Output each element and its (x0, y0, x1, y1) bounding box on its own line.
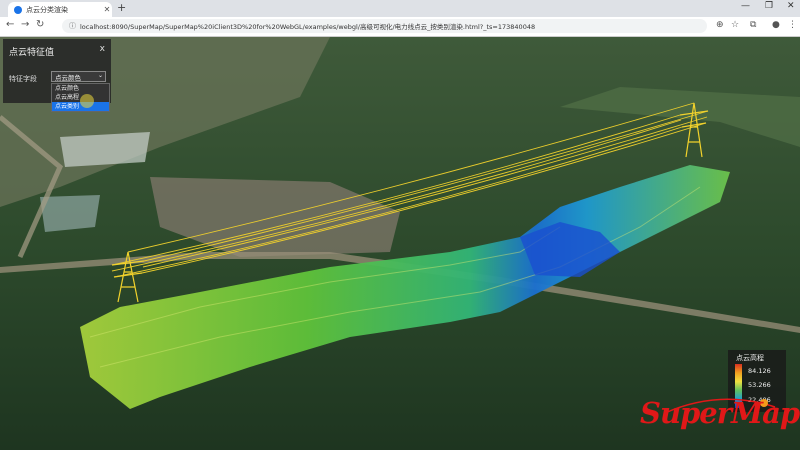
extensions-icon[interactable]: ⧉ (750, 20, 756, 30)
info-icon[interactable]: ⓘ (69, 21, 76, 31)
tab-title: 点云分类渲染 (26, 5, 68, 14)
url-text[interactable]: localhost:8090/SuperMap/SuperMap%20iClie… (80, 21, 535, 31)
back-icon[interactable]: ← (6, 19, 14, 30)
maximize-icon[interactable]: ❐ (765, 1, 773, 11)
select-value: 点云颜色 (55, 73, 81, 82)
window-close-icon[interactable]: ✕ (787, 1, 795, 11)
profile-icon[interactable]: ● (772, 20, 780, 30)
legend-max: 84.126 (748, 367, 771, 375)
option-point-color[interactable]: 点云颜色 (52, 84, 109, 93)
address-bar-row: ← → ↻ ⓘ localhost:8090/SuperMap/SuperMap… (0, 17, 800, 37)
legend-mid: 53.266 (748, 381, 771, 389)
scene-canvas[interactable] (0, 37, 800, 450)
feature-field-select[interactable]: 点云颜色 ⌄ (51, 71, 106, 82)
field-label: 特征字段 (9, 75, 37, 83)
supermap-logo: SuperMap (640, 396, 800, 430)
forward-icon[interactable]: → (21, 19, 29, 30)
globe-icon (14, 5, 22, 14)
minimize-icon[interactable]: — (741, 1, 750, 11)
panel-title: 点云特征值 (9, 48, 55, 58)
map-viewport[interactable] (0, 37, 800, 450)
pond (40, 195, 100, 232)
settings-panel: 点云特征值 x 特征字段 点云颜色 ⌄ 点云颜色 点云高程 点云类别 (3, 39, 111, 112)
menu-icon[interactable]: ⋮ (788, 20, 797, 30)
browser-tab[interactable]: 点云分类渲染 ✕ (8, 2, 112, 17)
tab-close-icon[interactable]: ✕ (102, 5, 112, 14)
reload-icon[interactable]: ↻ (36, 19, 44, 30)
pond (60, 132, 150, 167)
new-tab-icon[interactable]: + (117, 1, 126, 14)
mouse-cursor-highlight (80, 94, 94, 108)
panel-close-icon[interactable]: x (100, 44, 105, 54)
legend-title: 点云高程 (736, 354, 764, 362)
browser-tab-bar: 点云分类渲染 ✕ + — ❐ ✕ (0, 0, 800, 17)
address-bar[interactable]: ⓘ localhost:8090/SuperMap/SuperMap%20iCl… (62, 19, 707, 33)
chevron-down-icon: ⌄ (97, 72, 103, 79)
bookmark-star-icon[interactable]: ☆ (731, 20, 739, 30)
zoom-icon[interactable]: ⊕ (716, 20, 724, 30)
